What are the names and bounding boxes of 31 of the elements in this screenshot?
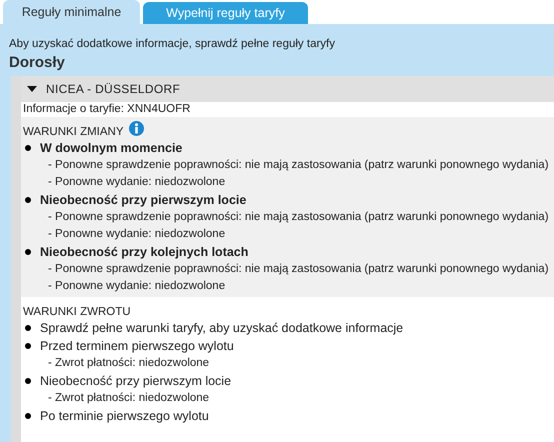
rule-item: Po terminie pierwszego wylotu — [40, 408, 209, 425]
passenger-type-heading: Dorosły — [8, 53, 66, 73]
fare-info-text: Informacje o taryfie: XNN4UOFR — [21, 102, 554, 117]
notice-text: Aby uzyskać dodatkowe informacje, sprawdź pełne reguły taryfy — [8, 37, 336, 52]
rule-item: Nieobecność przy pierwszym locie — [40, 192, 246, 209]
bullet-icon — [25, 145, 31, 151]
bullet-icon — [25, 343, 31, 349]
rule-item: Nieobecność przy kolejnych lotach — [40, 244, 248, 261]
rule-detail: - Ponowne wydanie: niedozwolone — [47, 279, 226, 294]
rule-detail: - Ponowne sprawdzenie poprawności: nie mają zastosowania (patrz warunki ponownego wydania) — [47, 210, 550, 225]
rule-detail: - Ponowne wydanie: niedozwolone — [47, 227, 226, 242]
section-heading: WARUNKI ZWROTU — [23, 305, 131, 320]
section-heading: WARUNKI ZMIANY — [23, 125, 124, 140]
rule-detail: - Ponowne wydanie: niedozwolone — [47, 175, 226, 190]
rule-item: Przed terminem pierwszego wylotu — [40, 338, 234, 355]
rule-detail: - Ponowne sprawdzenie poprawności: nie mają zastosowania (patrz warunki ponownego wydania) — [47, 262, 550, 277]
bullet-icon — [25, 249, 31, 255]
info-icon[interactable] — [128, 121, 144, 136]
bullet-icon — [25, 378, 31, 384]
rule-detail: - Zwrot płatności: niedozwolone — [47, 391, 210, 406]
tab[interactable]: Reguły minimalne — [3, 0, 140, 24]
rule-item: W dowolnym momencie — [40, 140, 182, 157]
rule-detail: - Ponowne sprawdzenie poprawności: nie mają zastosowania (patrz warunki ponownego wydania) — [47, 158, 550, 173]
bullet-icon — [25, 197, 31, 203]
rule-detail: - Zwrot płatności: niedozwolone — [47, 356, 210, 371]
rule-item: Nieobecność przy pierwszym locie — [40, 372, 232, 390]
route-title: NICEA - DÜSSELDORF — [46, 81, 180, 98]
rule-item: Sprawdź pełne warunki taryfy, aby uzyskać dodatkowe informacje — [40, 320, 404, 337]
collapse-triangle-icon[interactable] — [27, 86, 37, 92]
bullet-icon — [25, 413, 31, 419]
bullet-icon — [25, 325, 31, 331]
